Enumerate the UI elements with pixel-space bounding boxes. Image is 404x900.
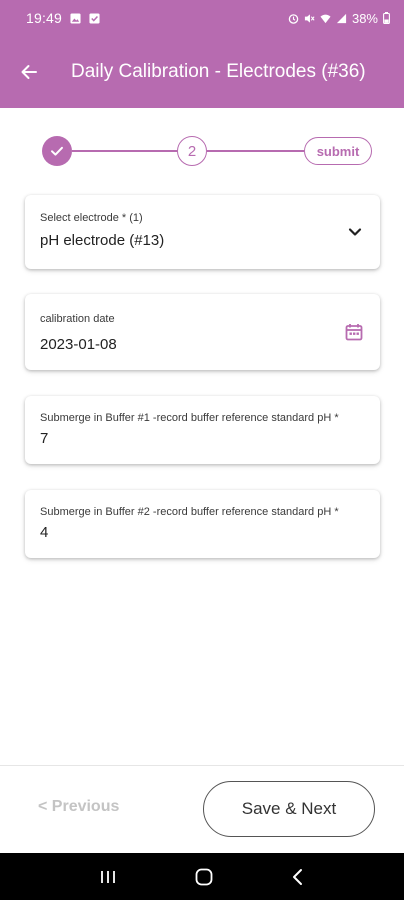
status-bar: 19:49 38% [0, 0, 404, 36]
check-icon [51, 146, 63, 156]
screen: 19:49 38% Daily Calibration - Electrodes… [0, 0, 404, 900]
calendar-button[interactable] [344, 322, 364, 342]
battery-percent: 38% [351, 10, 378, 26]
wifi-icon [320, 14, 331, 23]
previous-button[interactable]: < Previous [38, 798, 119, 816]
buffer-2-label: Submerge in Buffer #2 -record buffer ref… [40, 506, 339, 518]
status-time: 19:49 [26, 10, 63, 26]
gallery-icon [70, 12, 81, 24]
buffer-1-value: 7 [40, 430, 49, 447]
step-submit[interactable]: submit [304, 137, 372, 165]
dropdown-toggle[interactable] [346, 223, 364, 241]
calibration-date-field[interactable]: calibration date 2023-01-08 [25, 294, 380, 370]
calibration-date-value: 2023-01-08 [40, 336, 117, 353]
battery-icon [383, 12, 390, 24]
step-2[interactable]: 2 [177, 136, 207, 166]
stepper-connector [207, 150, 304, 152]
footer-divider [0, 765, 404, 766]
buffer-1-label: Submerge in Buffer #1 -record buffer ref… [40, 412, 339, 424]
back-nav-icon[interactable] [291, 868, 305, 886]
alarm-icon [288, 13, 299, 24]
app-bar: Daily Calibration - Electrodes (#36) [0, 36, 404, 108]
step-1-completed[interactable] [42, 136, 72, 166]
calendar-icon [345, 324, 363, 341]
buffer-2-value: 4 [40, 524, 49, 541]
arrow-left-icon [21, 65, 37, 79]
electrode-select[interactable]: Select electrode * (1) pH electrode (#13… [25, 195, 380, 269]
save-next-button[interactable]: Save & Next [203, 781, 375, 837]
recent-apps-icon[interactable] [99, 869, 117, 885]
home-icon[interactable] [194, 867, 214, 887]
signal-icon [336, 13, 347, 23]
stepper-connector [72, 150, 177, 152]
buffer-2-field[interactable]: Submerge in Buffer #2 -record buffer ref… [25, 490, 380, 558]
buffer-1-field[interactable]: Submerge in Buffer #1 -record buffer ref… [25, 396, 380, 464]
electrode-select-value: pH electrode (#13) [40, 232, 165, 249]
checkbox-notification-icon [89, 12, 100, 24]
mute-icon [304, 13, 315, 23]
calibration-date-label: calibration date [40, 313, 115, 325]
chevron-down-icon [348, 228, 362, 236]
electrode-select-label: Select electrode * (1) [40, 212, 143, 224]
system-nav-bar [0, 853, 404, 900]
page-title: Daily Calibration - Electrodes (#36) [71, 61, 366, 82]
back-button[interactable] [0, 36, 58, 108]
